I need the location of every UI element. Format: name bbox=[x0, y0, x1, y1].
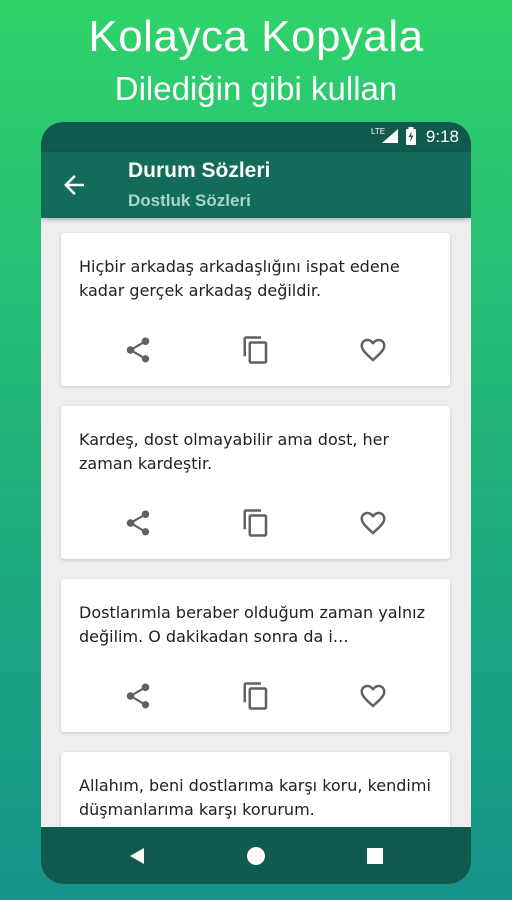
share-button[interactable] bbox=[123, 681, 153, 711]
signal-icon bbox=[382, 129, 398, 143]
share-icon bbox=[126, 683, 150, 709]
quote-card: Allahım, beni dostlarıma karşı koru, ken… bbox=[61, 752, 450, 827]
favorite-button[interactable] bbox=[358, 508, 388, 538]
nav-recents-button[interactable] bbox=[363, 844, 387, 868]
quote-card: Dostlarımla beraber olduğum zaman yalnız… bbox=[61, 579, 450, 732]
quote-card: Kardeş, dost olmayabilir ama dost, her z… bbox=[61, 406, 450, 559]
back-triangle-icon bbox=[130, 848, 144, 864]
app-bar: Durum Sözleri Dostluk Sözleri bbox=[41, 152, 471, 218]
copy-icon bbox=[243, 682, 268, 710]
nav-back-button[interactable] bbox=[125, 844, 149, 868]
copy-icon bbox=[243, 336, 268, 364]
navigation-bar bbox=[41, 827, 471, 884]
promo-subtitle: Dilediğin gibi kullan bbox=[114, 70, 398, 107]
copy-button[interactable] bbox=[241, 681, 271, 711]
phone-frame: LTE 9:18 Durum Sözleri Dostluk Sözleri H… bbox=[41, 122, 471, 884]
share-icon bbox=[126, 510, 150, 536]
app-title: Durum Sözleri bbox=[128, 159, 271, 182]
quote-text: Allahım, beni dostlarıma karşı koru, ken… bbox=[79, 776, 431, 819]
quote-list[interactable]: Hiçbir arkadaş arkadaşlığını ispat edene… bbox=[41, 218, 471, 827]
promo-title: Kolayca Kopyala bbox=[88, 12, 424, 61]
quote-text: Hiçbir arkadaş arkadaşlığını ispat edene… bbox=[79, 257, 400, 300]
back-button[interactable] bbox=[59, 170, 89, 200]
favorite-button[interactable] bbox=[358, 335, 388, 365]
share-button[interactable] bbox=[123, 335, 153, 365]
copy-icon bbox=[243, 509, 268, 537]
favorite-icon bbox=[360, 684, 386, 708]
share-button[interactable] bbox=[123, 508, 153, 538]
copy-button[interactable] bbox=[241, 508, 271, 538]
favorite-icon bbox=[360, 338, 386, 362]
favorite-icon bbox=[360, 511, 386, 535]
quote-text: Kardeş, dost olmayabilir ama dost, her z… bbox=[79, 430, 390, 473]
recents-square-icon bbox=[367, 848, 383, 864]
battery-charging-icon bbox=[406, 127, 416, 145]
home-circle-icon bbox=[247, 847, 265, 865]
copy-button[interactable] bbox=[241, 335, 271, 365]
quote-text: Dostlarımla beraber olduğum zaman yalnız… bbox=[79, 603, 425, 646]
quote-card: Hiçbir arkadaş arkadaşlığını ispat edene… bbox=[61, 233, 450, 386]
nav-home-button[interactable] bbox=[244, 844, 268, 868]
favorite-button[interactable] bbox=[358, 681, 388, 711]
share-icon bbox=[126, 337, 150, 363]
status-bar: LTE 9:18 bbox=[41, 122, 471, 152]
arrow-back-icon bbox=[64, 175, 84, 195]
app-subtitle: Dostluk Sözleri bbox=[128, 191, 251, 210]
status-time: 9:18 bbox=[425, 127, 459, 146]
